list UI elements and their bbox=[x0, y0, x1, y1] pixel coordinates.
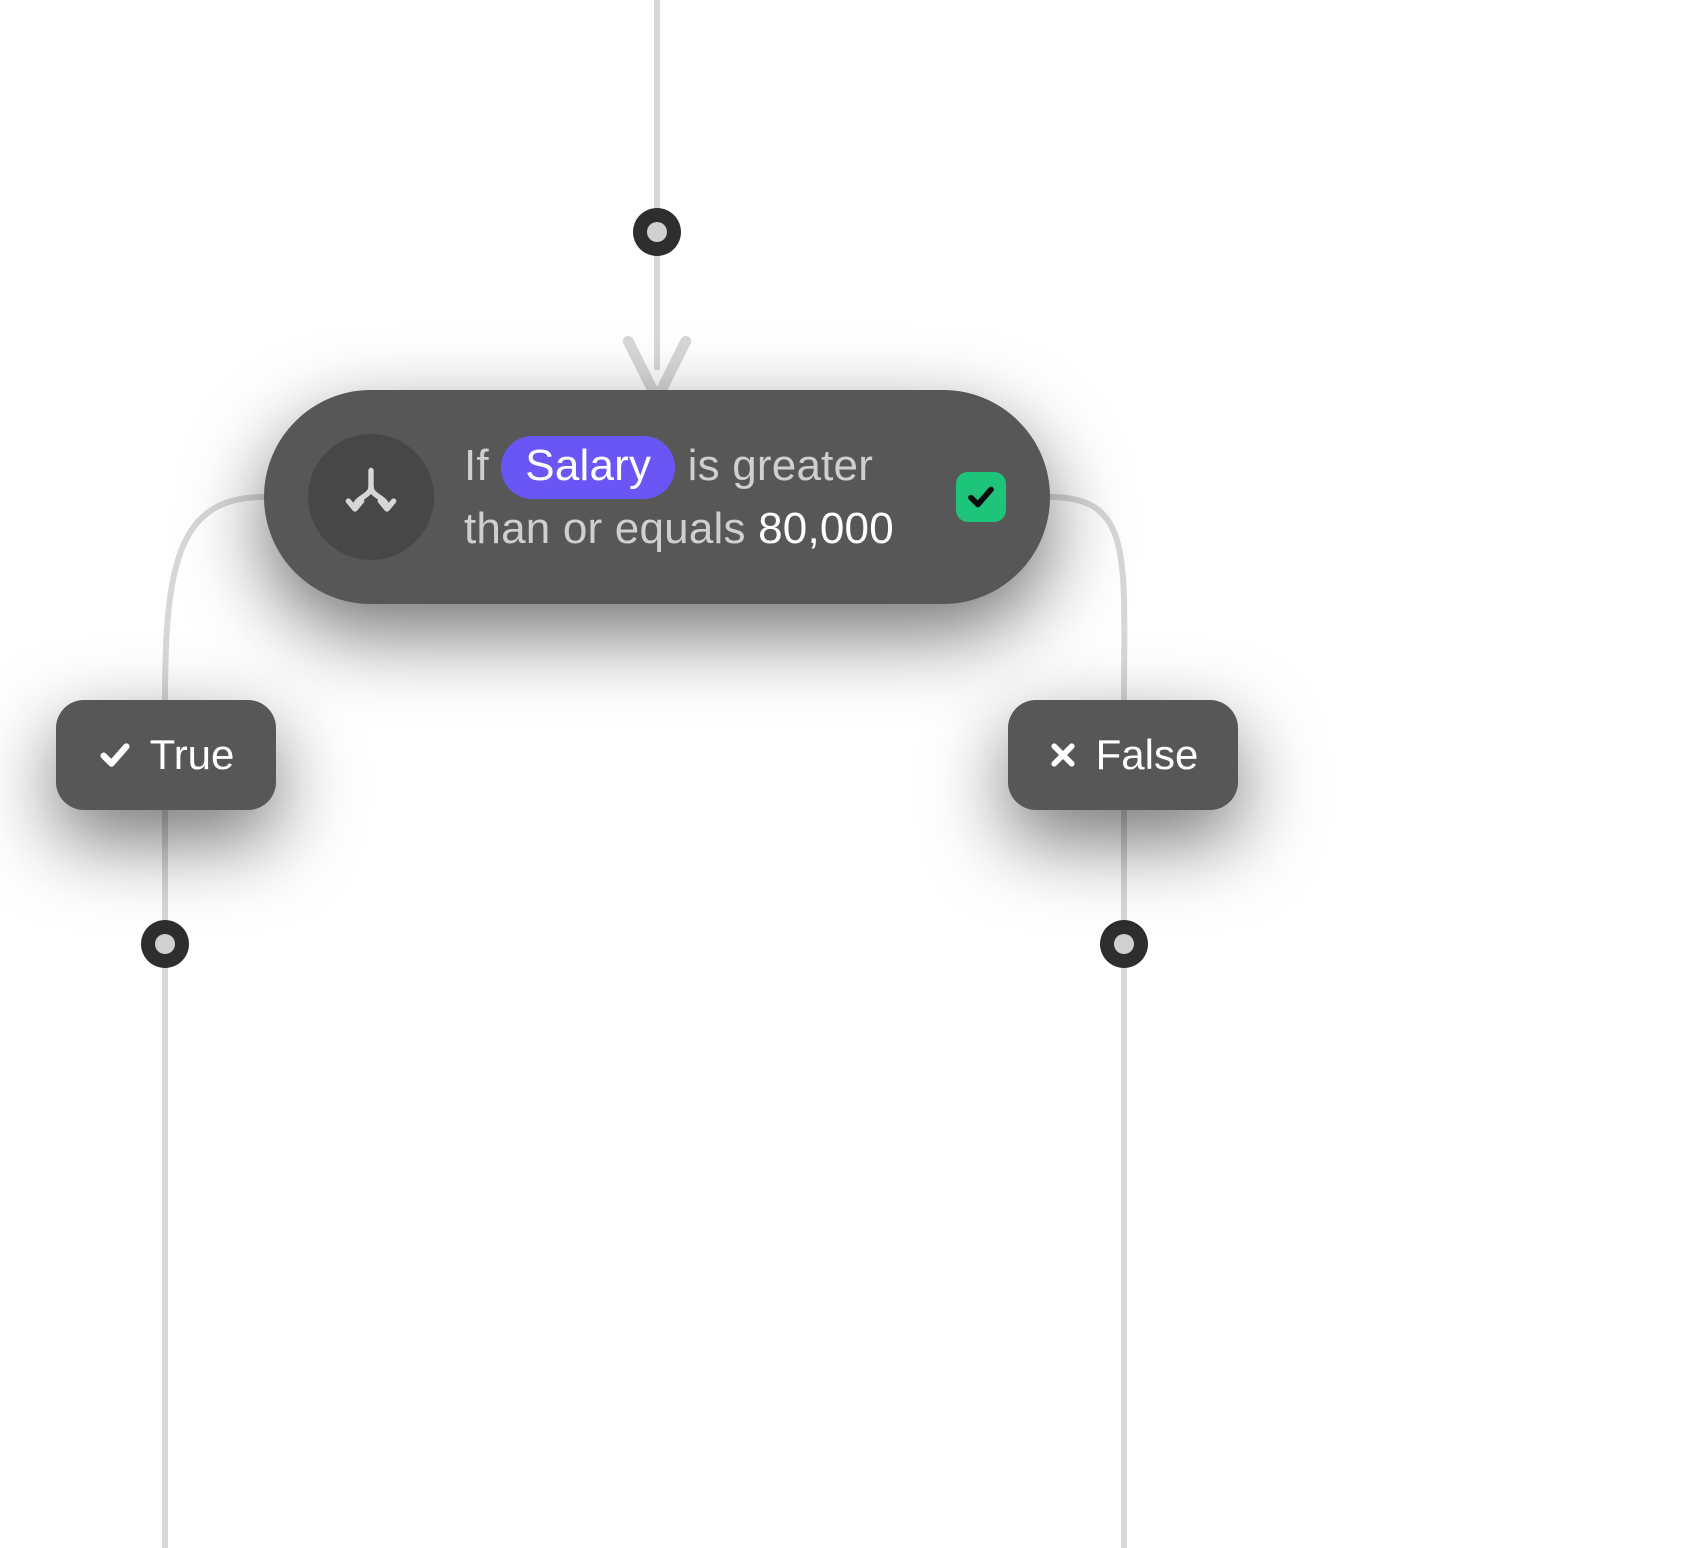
condition-node[interactable]: If Salary is greater than or equals 80,0… bbox=[264, 390, 1050, 604]
cond-prefix: If bbox=[464, 441, 489, 490]
close-icon bbox=[1048, 740, 1078, 770]
branch-false-label: False bbox=[1096, 731, 1199, 779]
cond-value: 80,000 bbox=[758, 504, 894, 553]
output-port-false[interactable] bbox=[1100, 920, 1148, 968]
branch-icon bbox=[308, 434, 434, 560]
branch-true-label: True bbox=[150, 731, 235, 779]
cond-phrase-2: than or equals bbox=[464, 504, 746, 553]
variable-chip[interactable]: Salary bbox=[501, 436, 675, 499]
cond-phrase-1: is greater bbox=[688, 441, 873, 490]
branch-false-node[interactable]: False bbox=[1008, 700, 1238, 810]
output-port-true[interactable] bbox=[141, 920, 189, 968]
condition-expression: If Salary is greater than or equals 80,0… bbox=[464, 436, 918, 558]
flow-canvas: If Salary is greater than or equals 80,0… bbox=[0, 0, 1700, 1548]
input-port-top[interactable] bbox=[633, 208, 681, 256]
branch-true-node[interactable]: True bbox=[56, 700, 276, 810]
check-icon bbox=[98, 738, 132, 772]
status-check-icon bbox=[956, 472, 1006, 522]
